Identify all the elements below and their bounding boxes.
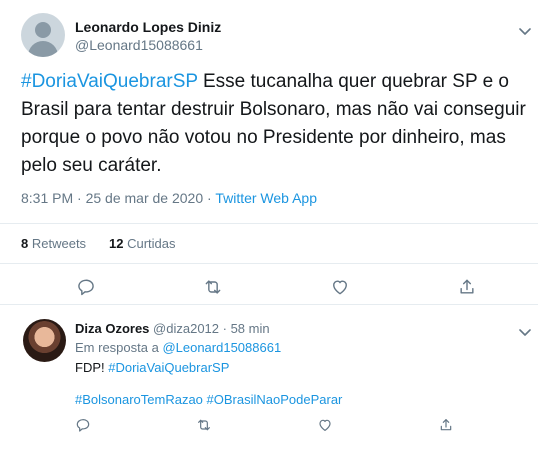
reply-author-name[interactable]: Diza Ozores bbox=[75, 321, 149, 336]
chevron-down-icon[interactable] bbox=[519, 23, 531, 35]
hashtag-link[interactable]: #OBrasilNaoPodeParar bbox=[207, 392, 343, 407]
like-icon[interactable] bbox=[317, 417, 333, 433]
main-tweet: Leonardo Lopes Diniz @Leonard15088661 #D… bbox=[0, 0, 538, 305]
hashtag-link[interactable]: #DoriaVaiQuebrarSP bbox=[108, 360, 229, 375]
share-icon[interactable] bbox=[457, 277, 477, 297]
retweet-icon[interactable] bbox=[196, 417, 212, 433]
stats-bar: 8 Retweets 12 Curtidas bbox=[0, 223, 538, 264]
tweet-text: #DoriaVaiQuebrarSP Esse tucanalha quer q… bbox=[21, 68, 526, 180]
avatar[interactable] bbox=[21, 13, 65, 57]
timestamp[interactable]: 8:31 PM · 25 de mar de 2020 bbox=[21, 190, 203, 206]
replying-to-label: Em resposta a bbox=[75, 340, 163, 355]
tweet-meta: 8:31 PM · 25 de mar de 2020 · Twitter We… bbox=[21, 190, 317, 206]
author-name[interactable]: Leonardo Lopes Diniz bbox=[75, 19, 221, 35]
reply-header: Diza Ozores @diza2012 · 58 min bbox=[75, 321, 270, 336]
author-handle[interactable]: @Leonard15088661 bbox=[75, 37, 203, 53]
retweet-icon[interactable] bbox=[203, 277, 223, 297]
hashtag-link[interactable]: #DoriaVaiQuebrarSP bbox=[21, 71, 198, 92]
retweets-count: 8 bbox=[21, 236, 29, 251]
hashtag-link[interactable]: #BolsonaroTemRazao bbox=[75, 392, 203, 407]
likes-count: 12 bbox=[109, 236, 124, 251]
avatar[interactable] bbox=[23, 319, 66, 362]
reply-icon[interactable] bbox=[76, 277, 96, 297]
meta-separator: · bbox=[203, 190, 216, 206]
share-icon[interactable] bbox=[438, 417, 454, 433]
reply-text-prefix: FDP! bbox=[75, 360, 109, 375]
reply-time[interactable]: · 58 min bbox=[223, 321, 270, 336]
replying-to: Em resposta a @Leonard15088661 bbox=[75, 340, 281, 355]
like-icon[interactable] bbox=[330, 277, 350, 297]
likes-label: Curtidas bbox=[127, 236, 176, 251]
replying-to-handle[interactable]: @Leonard15088661 bbox=[162, 340, 281, 355]
likes-stat[interactable]: 12 Curtidas bbox=[109, 236, 176, 251]
chevron-down-icon[interactable] bbox=[519, 324, 531, 336]
retweets-stat[interactable]: 8 Retweets bbox=[21, 236, 86, 251]
source-link[interactable]: Twitter Web App bbox=[215, 190, 317, 206]
reply-icon[interactable] bbox=[75, 417, 91, 433]
retweets-label: Retweets bbox=[31, 236, 87, 251]
reply-author-handle[interactable]: @diza2012 bbox=[153, 321, 219, 336]
reply-hashtags: #BolsonaroTemRazao #OBrasilNaoPodeParar bbox=[75, 392, 342, 407]
reply-text: FDP! #DoriaVaiQuebrarSP bbox=[75, 360, 229, 375]
